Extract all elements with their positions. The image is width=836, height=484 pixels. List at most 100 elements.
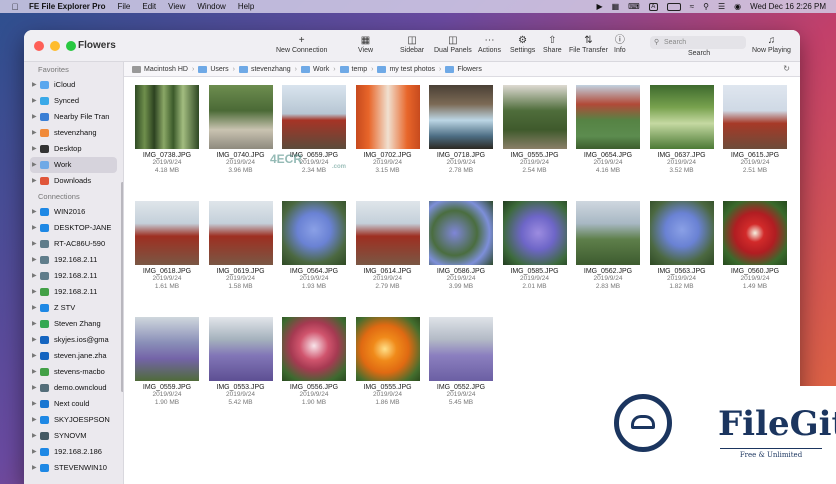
file-item[interactable]: IMG_0563.JPG 2019/9/24 1.82 MB [647, 201, 717, 291]
spotlight-icon[interactable]: ⚲ [703, 2, 709, 11]
photo-thumbnail[interactable] [429, 201, 493, 265]
grid-icon[interactable]: ▦ [612, 2, 620, 11]
path-segment-stevenzhang[interactable]: stevenzhang [238, 65, 291, 73]
photo-thumbnail[interactable] [208, 85, 273, 149]
chevron-right-icon[interactable]: ▶ [32, 157, 37, 173]
chevron-right-icon[interactable]: ▶ [32, 204, 37, 220]
apple-icon[interactable]:  [9, 2, 21, 12]
menu-window[interactable]: Window [197, 2, 225, 11]
sidebar-item-win2016[interactable]: ▶ WIN2016 [24, 204, 123, 220]
info-button[interactable]: ⓘ Info [614, 34, 626, 54]
chevron-right-icon[interactable]: ▶ [32, 236, 37, 252]
photo-thumbnail[interactable] [208, 201, 273, 265]
chevron-right-icon[interactable]: ▶ [32, 77, 37, 93]
path-segment-temp[interactable]: temp [339, 65, 367, 73]
file-item[interactable]: IMG_0738.JPG 2019/9/24 4.18 MB [132, 85, 202, 175]
sidebar-item-demo-owncloud[interactable]: ▶ demo.owncloud [24, 380, 123, 396]
chevron-right-icon[interactable]: ▶ [32, 220, 37, 236]
photo-thumbnail[interactable] [135, 201, 199, 265]
photo-thumbnail[interactable] [282, 317, 346, 381]
file-transfer-button[interactable]: ⇅ File Transfer [569, 34, 608, 54]
share-button[interactable]: ⇧ Share [543, 34, 562, 54]
file-item[interactable]: IMG_0654.JPG 2019/9/24 4.16 MB [573, 85, 643, 175]
chevron-right-icon[interactable]: ▶ [32, 396, 37, 412]
file-item[interactable]: IMG_0718.JPG 2019/9/24 2.78 MB [426, 85, 496, 175]
chevron-right-icon[interactable]: ▶ [32, 300, 37, 316]
keyboard-icon[interactable]: ⌨ [628, 2, 640, 11]
path-segment-my-test-photos[interactable]: my test photos [377, 65, 435, 73]
menu-clock[interactable]: Wed Dec 16 2:26 PM [750, 2, 826, 11]
chevron-right-icon[interactable]: ▶ [32, 348, 37, 364]
sidebar-item-stevens-macbo[interactable]: ▶ stevens-macbo [24, 364, 123, 380]
file-item[interactable]: IMG_0614.JPG 2019/9/24 2.79 MB [353, 201, 423, 291]
chevron-right-icon[interactable]: ▶ [32, 268, 37, 284]
photo-thumbnail[interactable] [723, 85, 787, 149]
chevron-right-icon[interactable]: ▶ [32, 412, 37, 428]
chevron-right-icon[interactable]: ▶ [32, 380, 37, 396]
path-segment-users[interactable]: Users [198, 65, 229, 73]
photo-thumbnail[interactable] [355, 317, 420, 381]
chevron-right-icon[interactable]: ▶ [32, 364, 37, 380]
photo-thumbnail[interactable] [429, 317, 493, 381]
file-item[interactable]: IMG_0555.JPG 2019/9/24 1.86 MB [353, 317, 423, 407]
chevron-right-icon[interactable]: ▶ [32, 428, 37, 444]
file-item[interactable]: IMG_0740.JPG 2019/9/24 3.96 MB [206, 85, 276, 175]
file-item[interactable]: IMG_0585.JPG 2019/9/24 2.01 MB [500, 201, 570, 291]
path-segment-macintosh-hd[interactable]: Macintosh HD [132, 65, 188, 73]
menu-edit[interactable]: Edit [142, 2, 156, 11]
chevron-right-icon[interactable]: ▶ [32, 173, 37, 189]
file-item[interactable]: IMG_0560.JPG 2019/9/24 1.49 MB [720, 201, 790, 291]
minimize-button[interactable] [50, 41, 60, 51]
sidebar-item-work[interactable]: ▶ Work [30, 157, 117, 173]
file-item[interactable]: IMG_0586.JPG 2019/9/24 3.99 MB [426, 201, 496, 291]
settings-button[interactable]: ⚙ Settings [510, 34, 535, 54]
file-item[interactable]: IMG_0553.JPG 2019/9/24 5.42 MB [206, 317, 276, 407]
dual-panels-button[interactable]: ◫ Dual Panels [434, 34, 472, 54]
photo-thumbnail[interactable] [576, 201, 640, 265]
view-button[interactable]: ▦ View [358, 34, 373, 54]
zoom-button[interactable] [66, 41, 76, 51]
wifi-icon[interactable]: ≈ [690, 2, 694, 11]
menu-app-name[interactable]: FE File Explorer Pro [29, 2, 105, 11]
file-item[interactable]: IMG_0637.JPG 2019/9/24 3.52 MB [647, 85, 717, 175]
sidebar-item-skyjoespson[interactable]: ▶ SKYJOESPSON [24, 412, 123, 428]
file-item[interactable]: IMG_0556.JPG 2019/9/24 1.90 MB [279, 317, 349, 407]
sidebar-item-steven-jane-zha[interactable]: ▶ steven.jane.zha [24, 348, 123, 364]
sidebar-item-stevenzhang[interactable]: ▶ stevenzhang [24, 125, 123, 141]
chevron-right-icon[interactable]: ▶ [32, 284, 37, 300]
close-button[interactable] [34, 41, 44, 51]
control-center-icon[interactable]: ☰ [718, 2, 725, 11]
photo-thumbnail[interactable] [576, 85, 640, 149]
photo-thumbnail[interactable] [135, 85, 199, 149]
file-item[interactable]: IMG_0562.JPG 2019/9/24 2.83 MB [573, 201, 643, 291]
sidebar-item-desktop[interactable]: ▶ Desktop [24, 141, 123, 157]
chevron-right-icon[interactable]: ▶ [32, 316, 37, 332]
file-item[interactable]: IMG_0552.JPG 2019/9/24 5.45 MB [426, 317, 496, 407]
menu-view[interactable]: View [168, 2, 185, 11]
photo-thumbnail[interactable] [282, 201, 346, 265]
chevron-right-icon[interactable]: ▶ [32, 252, 37, 268]
sidebar-item-desktop-jane[interactable]: ▶ DESKTOP-JANE [24, 220, 123, 236]
sidebar-item-z-stv[interactable]: ▶ Z STV [24, 300, 123, 316]
search-input[interactable]: ⚲ Search [650, 36, 746, 49]
sidebar-item-nearby-file-tran[interactable]: ▶ Nearby File Tran [24, 109, 123, 125]
photo-thumbnail[interactable] [208, 317, 273, 381]
chevron-right-icon[interactable]: ▶ [32, 141, 37, 157]
chevron-right-icon[interactable]: ▶ [32, 460, 37, 476]
photo-thumbnail[interactable] [649, 85, 714, 149]
photo-thumbnail[interactable] [502, 201, 567, 265]
file-item[interactable]: IMG_0619.JPG 2019/9/24 1.58 MB [206, 201, 276, 291]
new-connection-button[interactable]: + New Connection [276, 34, 327, 54]
siri-icon[interactable]: ◉ [734, 2, 741, 11]
sidebar-item-192-168-2-11[interactable]: ▶ 192.168.2.11 [24, 284, 123, 300]
file-item[interactable]: IMG_0618.JPG 2019/9/24 1.61 MB [132, 201, 202, 291]
sidebar-item-icloud[interactable]: ▶ iCloud [24, 77, 123, 93]
chevron-right-icon[interactable]: ▶ [32, 444, 37, 460]
control-icon[interactable]: ▶ [596, 2, 602, 11]
chevron-right-icon[interactable]: ▶ [32, 109, 37, 125]
sidebar-button[interactable]: ◫ Sidebar [400, 34, 424, 54]
chevron-right-icon[interactable]: ▶ [32, 125, 37, 141]
file-item[interactable]: IMG_0559.JPG 2019/9/24 1.90 MB [132, 317, 202, 407]
sidebar-item-192-168-2-11[interactable]: ▶ 192.168.2.11 [24, 252, 123, 268]
menu-file[interactable]: File [117, 2, 130, 11]
